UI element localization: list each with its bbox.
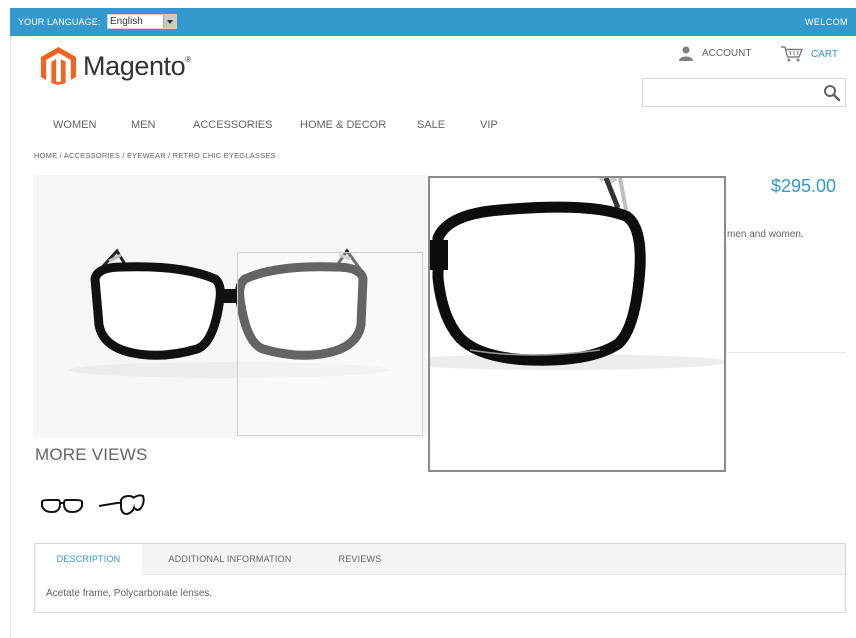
logo-registered-mark: ® xyxy=(185,54,191,64)
welcome-message: WELCOM xyxy=(805,17,848,27)
cart-label: CART xyxy=(811,48,839,60)
product-tabs: DESCRIPTION ADDITIONAL INFORMATION REVIE… xyxy=(34,543,846,613)
product-info-separator xyxy=(727,352,846,353)
tab-description[interactable]: DESCRIPTION xyxy=(35,544,142,576)
nav-item-women[interactable]: WOMEN xyxy=(53,119,131,131)
more-views-thumbnails xyxy=(38,490,156,520)
search-icon[interactable] xyxy=(823,84,841,102)
nav-item-vip[interactable]: VIP xyxy=(480,119,510,131)
magento-logo-icon xyxy=(40,47,77,85)
account-link[interactable]: ACCOUNT xyxy=(678,46,751,61)
logo-wordmark: Magento xyxy=(83,50,186,81)
nav-item-home-decor[interactable]: HOME & DECOR xyxy=(300,119,417,131)
zoom-preview-window xyxy=(428,176,726,472)
tab-description-content: Acetate frame, Polycarbonate lenses. xyxy=(46,588,213,599)
cart-icon xyxy=(781,46,803,62)
search-input[interactable] xyxy=(643,79,823,106)
nav-item-men[interactable]: MEN xyxy=(131,119,193,131)
zoomed-eyeglasses-image xyxy=(430,178,724,370)
page-border xyxy=(10,36,11,638)
chevron-down-icon xyxy=(163,15,176,28)
language-label: YOUR LANGUAGE: xyxy=(18,17,101,27)
product-short-description: men and women. xyxy=(727,229,804,240)
breadcrumb[interactable]: HOME / ACCESSORIES / EYEWEAR / RETRO CHI… xyxy=(34,151,276,160)
account-label: ACCOUNT xyxy=(702,48,752,59)
logo-text: Magento® xyxy=(83,51,191,82)
logo-link[interactable]: Magento® xyxy=(40,46,191,86)
search-box xyxy=(642,78,846,107)
language-select-value: English xyxy=(110,16,143,27)
cart-link[interactable]: CART xyxy=(781,46,838,62)
nav-item-accessories[interactable]: ACCESSORIES xyxy=(193,119,300,131)
main-navigation: WOMEN MEN ACCESSORIES HOME & DECOR SALE … xyxy=(53,119,510,131)
more-views-title: MORE VIEWS xyxy=(35,445,148,464)
product-info-divider xyxy=(726,245,727,353)
language-select[interactable]: English xyxy=(107,14,177,29)
glasses-front-thumbnail[interactable] xyxy=(38,490,86,520)
product-price: $295.00 xyxy=(771,176,837,196)
top-bar: YOUR LANGUAGE: English WELCOM xyxy=(10,8,856,36)
user-icon xyxy=(679,46,693,61)
nav-item-sale[interactable]: SALE xyxy=(417,119,480,131)
glasses-side-thumbnail[interactable] xyxy=(97,490,145,520)
zoom-lens[interactable] xyxy=(237,252,423,436)
tab-reviews[interactable]: REVIEWS xyxy=(321,544,399,575)
tab-additional-information[interactable]: ADDITIONAL INFORMATION xyxy=(147,544,313,575)
